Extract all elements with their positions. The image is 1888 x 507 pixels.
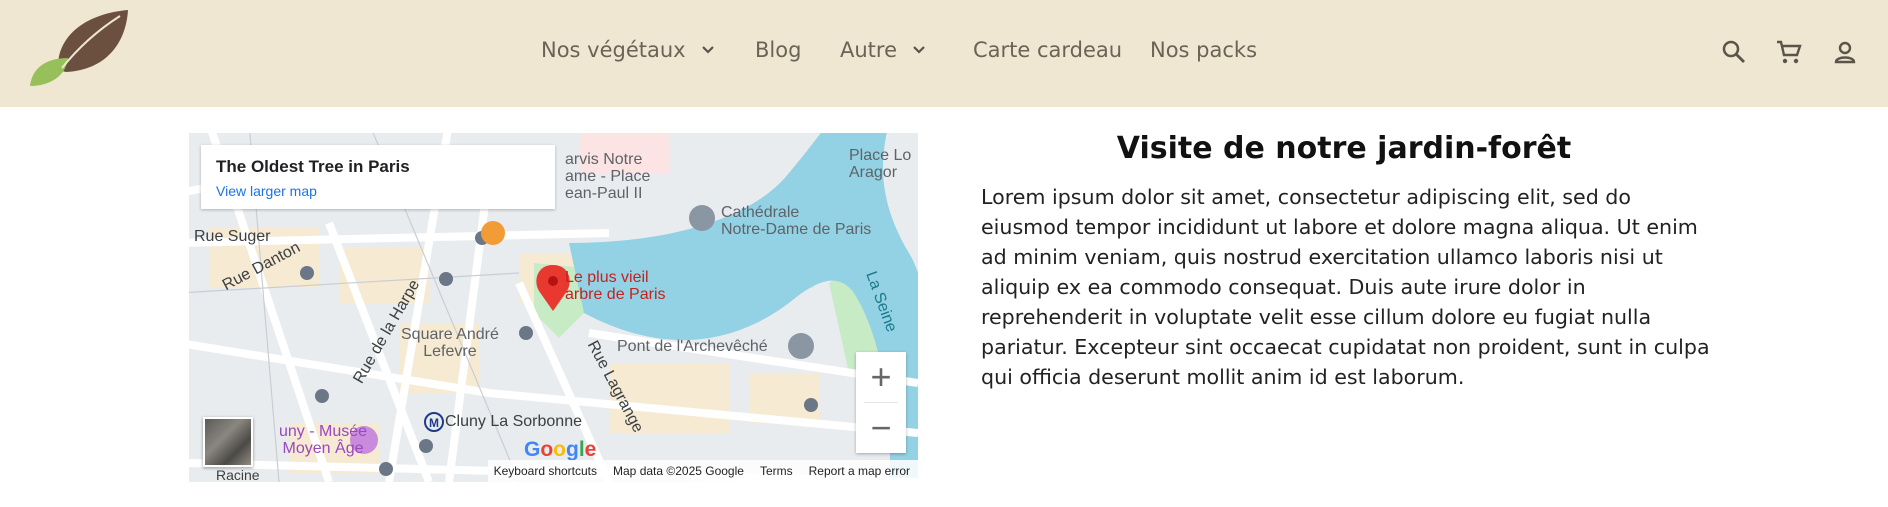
keyboard-shortcuts-link[interactable]: Keyboard shortcuts: [494, 464, 597, 478]
nav-item-carte-cardeau[interactable]: Carte cardeau: [973, 38, 1122, 62]
nav-item-label: Autre: [840, 38, 898, 62]
map-attribution-bar: Keyboard shortcuts Map data ©2025 Google…: [487, 460, 918, 482]
rue-racine-label: Racine: [216, 467, 260, 482]
cathedral-label-line2: Notre-Dame de Paris: [721, 221, 872, 238]
zoom-controls: + −: [856, 352, 906, 453]
main-nav: Nos végétaux Blog Autre Carte cardeau No…: [0, 0, 1888, 107]
square-label-line2: Lefevre: [423, 343, 477, 360]
nav-item-label: Blog: [755, 38, 802, 62]
svg-text:M: M: [429, 416, 439, 430]
account-icon[interactable]: [1831, 38, 1859, 66]
satellite-toggle-button[interactable]: [203, 417, 253, 467]
chevron-down-icon: [913, 46, 925, 54]
rue-suger-label: Rue Suger: [194, 228, 271, 245]
notre-dame-label-line1: arvis Notre: [565, 151, 643, 168]
nav-item-label: Nos végétaux: [541, 38, 686, 62]
chevron-down-icon: [701, 46, 714, 54]
nav-item-label: Nos packs: [1150, 38, 1258, 62]
place-louis-aragon-label: Place Lo Aragor: [849, 147, 911, 181]
embedded-map[interactable]: M Le plus vieil arbre de Paris Cathédral…: [189, 133, 918, 482]
pin-label: Le plus vieil arbre de Paris: [565, 269, 666, 303]
section-title: Visite de notre jardin-forêt: [1116, 131, 1572, 166]
nav-item-nos-packs[interactable]: Nos packs: [1150, 38, 1257, 62]
zoom-out-button[interactable]: −: [856, 403, 906, 453]
map-info-card: The Oldest Tree in Paris View larger map: [201, 145, 555, 209]
cluny-la-sorbonne-label: Cluny La Sorbonne: [445, 413, 582, 430]
notre-dame-parvis-label: arvis Notre ame - Place ean-Paul II: [565, 151, 650, 202]
nav-item-label: Carte cardeau: [973, 38, 1123, 62]
site-header: Nos végétaux Blog Autre Carte cardeau No…: [0, 0, 1888, 107]
nav-item-blog[interactable]: Blog: [755, 38, 801, 62]
notre-dame-label-line2: ame - Place: [565, 168, 651, 185]
view-larger-map-link[interactable]: View larger map: [216, 183, 540, 199]
pin-label-line1: Le plus vieil: [565, 269, 649, 286]
map-data-text: Map data ©2025 Google: [613, 464, 744, 478]
place-label-line1: Place Lo: [849, 147, 912, 164]
square-label-line1: Square André: [401, 326, 499, 343]
terms-link[interactable]: Terms: [760, 464, 793, 478]
pin-label-line2: arbre de Paris: [565, 286, 666, 303]
cart-icon[interactable]: [1775, 38, 1803, 66]
cluny-museum-label: uny - Musée Moyen Âge: [279, 423, 367, 457]
museum-label-line1: uny - Musée: [279, 423, 368, 440]
nav-item-autre[interactable]: Autre: [840, 38, 927, 62]
square-andre-lefevre-label: Square André Lefevre: [401, 326, 499, 360]
map-card-title: The Oldest Tree in Paris: [216, 157, 410, 176]
search-icon[interactable]: [1720, 38, 1748, 66]
cathedral-label-line1: Cathédrale: [721, 204, 800, 221]
report-map-error-link[interactable]: Report a map error: [809, 464, 910, 478]
zoom-in-button[interactable]: +: [856, 352, 906, 402]
section-body: Lorem ipsum dolor sit amet, consectetur …: [981, 185, 1710, 389]
pont-archeveche-label: Pont de l'Archevêché: [617, 338, 768, 355]
cathedral-label: Cathédrale Notre-Dame de Paris: [721, 204, 871, 238]
notre-dame-label-line3: ean-Paul II: [565, 185, 643, 202]
google-logo: Google: [524, 438, 597, 461]
place-label-line2: Aragor: [849, 164, 898, 181]
museum-label-line2: Moyen Âge: [282, 440, 364, 457]
nav-item-nos-vegetaux[interactable]: Nos végétaux: [541, 38, 716, 62]
